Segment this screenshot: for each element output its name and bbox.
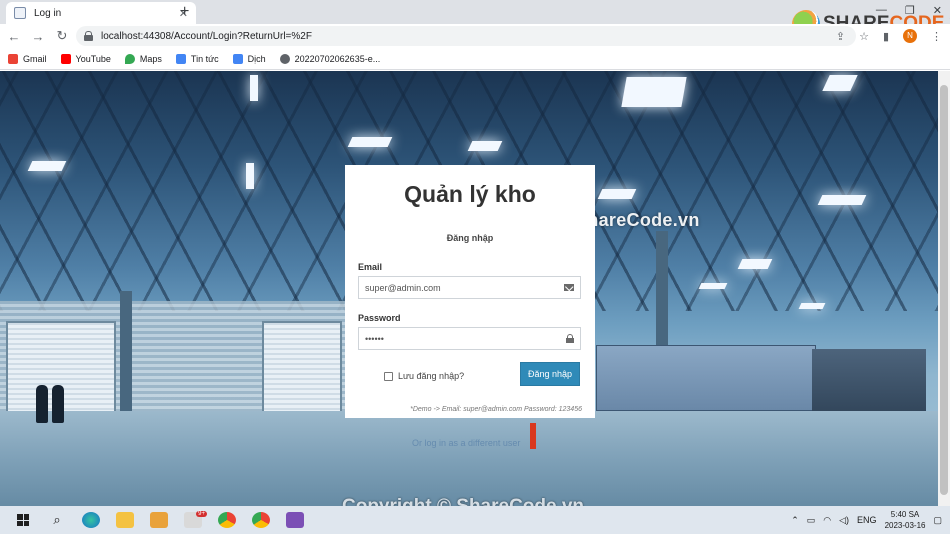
bookmark-label: Dịch: [247, 53, 266, 64]
remember-me[interactable]: Lưu đăng nhập?: [384, 371, 464, 381]
globe-icon: [279, 53, 290, 64]
toolbar-actions: ⇪ ☆ ▮ N ⋮: [836, 29, 942, 43]
window-controls: — ❐ ✕: [876, 4, 942, 17]
truck-trailer-dark: [812, 349, 926, 411]
mail-app-icon[interactable]: 9+: [182, 511, 207, 529]
wifi-icon[interactable]: ◠: [823, 515, 831, 526]
translate-icon: [232, 53, 243, 64]
visual-studio-icon[interactable]: [284, 511, 306, 529]
envelope-icon: [564, 284, 574, 291]
page-scrollbar[interactable]: [938, 71, 950, 506]
chrome-profile-icon[interactable]: [250, 511, 272, 529]
remember-checkbox[interactable]: [384, 371, 393, 381]
bookmark-star-icon[interactable]: ☆: [859, 30, 869, 43]
new-tab-button[interactable]: +: [180, 3, 189, 21]
battery-icon[interactable]: ▭: [807, 515, 816, 526]
browser-tab-bar: Log in ✕ + SHARECODE.vn — ❐ ✕: [0, 0, 950, 38]
bookmark-maps[interactable]: Maps: [124, 53, 162, 64]
traffic-cone: [530, 423, 536, 449]
chrome-icon[interactable]: [216, 511, 238, 529]
bookmark-gmail[interactable]: Gmail: [8, 53, 47, 64]
snipping-tool-icon[interactable]: [148, 511, 170, 529]
clock[interactable]: 5:40 SA 2023-03-16: [885, 509, 926, 531]
password-label: Password: [358, 313, 401, 323]
bookmark-file[interactable]: 20220702062635-e...: [279, 53, 381, 64]
page-favicon-icon: [14, 7, 26, 19]
edge-browser-icon[interactable]: [80, 511, 102, 529]
truck-trailer: [596, 345, 816, 411]
secure-lock-icon[interactable]: [84, 31, 93, 41]
login-card: Quản lý kho Đăng nhập Email Password Lưu…: [345, 165, 595, 418]
scrollbar-thumb[interactable]: [940, 85, 948, 495]
notification-badge: 9+: [196, 511, 207, 517]
language-indicator[interactable]: ENG: [857, 515, 877, 525]
forward-arrow-icon[interactable]: →: [28, 29, 48, 44]
browser-tab[interactable]: Log in ✕: [6, 2, 196, 24]
news-icon: [175, 53, 186, 64]
minimize-button[interactable]: —: [876, 4, 887, 17]
gmail-icon: [8, 53, 18, 64]
remember-label[interactable]: Lưu đăng nhập?: [398, 371, 464, 381]
search-icon[interactable]: ⌕: [46, 511, 68, 529]
demo-credentials-note: *Demo -> Email: super@admin.com Password…: [410, 406, 582, 413]
login-button[interactable]: Đăng nhập: [520, 362, 580, 386]
profile-avatar[interactable]: N: [903, 29, 917, 43]
bookmark-label: YouTube: [75, 53, 111, 64]
roller-door-right: [262, 321, 342, 421]
volume-icon[interactable]: ◁): [839, 515, 849, 526]
notifications-icon[interactable]: ▢: [933, 515, 942, 526]
windows-start-icon[interactable]: [12, 511, 34, 529]
back-arrow-icon[interactable]: ←: [4, 29, 24, 44]
close-window-button[interactable]: ✕: [933, 4, 942, 17]
email-input[interactable]: [365, 282, 564, 293]
clock-time: 5:40 SA: [890, 510, 920, 519]
padlock-icon: [566, 334, 574, 343]
file-explorer-icon[interactable]: [114, 511, 136, 529]
login-subtitle: Đăng nhập: [446, 233, 494, 243]
ghost-link-text[interactable]: Or log in as a different user: [412, 438, 520, 448]
watermark-copyright: Copyright © ShareCode.vn: [342, 496, 584, 506]
page-viewport: ShareCode.vn Or log in as a different us…: [0, 71, 938, 506]
bookmark-label: 20220702062635-e...: [294, 53, 381, 64]
windows-taskbar: ⌕ 9+ ⌃ ▭ ◠ ◁) ENG 5:40 SA 2023-03-16 ▢: [0, 506, 950, 534]
address-toolbar: ← → ↻ localhost:44308/Account/Login?Retu…: [0, 24, 950, 48]
password-input[interactable]: [365, 333, 566, 344]
reload-icon[interactable]: ↻: [52, 28, 72, 44]
bookmark-label: Gmail: [23, 53, 47, 64]
menu-kebab-icon[interactable]: ⋮: [931, 30, 942, 43]
maps-icon: [124, 53, 135, 64]
bookmark-label: Tin tức: [190, 53, 219, 64]
tab-title: Log in: [34, 7, 62, 19]
system-tray: ⌃ ▭ ◠ ◁) ENG 5:40 SA 2023-03-16 ▢: [791, 509, 942, 531]
bookmark-news[interactable]: Tin tức: [175, 53, 219, 64]
bookmarks-bar: Gmail YouTube Maps Tin tức Dịch 20220702…: [0, 48, 950, 70]
page-title: Quản lý kho: [404, 181, 536, 207]
omnibox[interactable]: localhost:44308/Account/Login?ReturnUrl=…: [76, 26, 856, 46]
email-field[interactable]: [358, 276, 581, 299]
chevron-up-icon[interactable]: ⌃: [791, 515, 799, 526]
warehouse-floor: [0, 411, 938, 506]
url-text[interactable]: localhost:44308/Account/Login?ReturnUrl=…: [101, 31, 312, 42]
workers-silhouette: [36, 379, 70, 423]
password-field[interactable]: [358, 327, 581, 350]
bookmark-label: Maps: [139, 53, 162, 64]
email-label: Email: [358, 262, 383, 272]
bookmark-translate[interactable]: Dịch: [232, 53, 266, 64]
share-icon[interactable]: ⇪: [836, 30, 845, 43]
clock-date: 2023-03-16: [884, 521, 926, 530]
youtube-icon: [60, 53, 71, 64]
bookmark-youtube[interactable]: YouTube: [60, 53, 111, 64]
maximize-button[interactable]: ❐: [905, 4, 915, 17]
side-panel-icon[interactable]: ▮: [883, 30, 889, 43]
